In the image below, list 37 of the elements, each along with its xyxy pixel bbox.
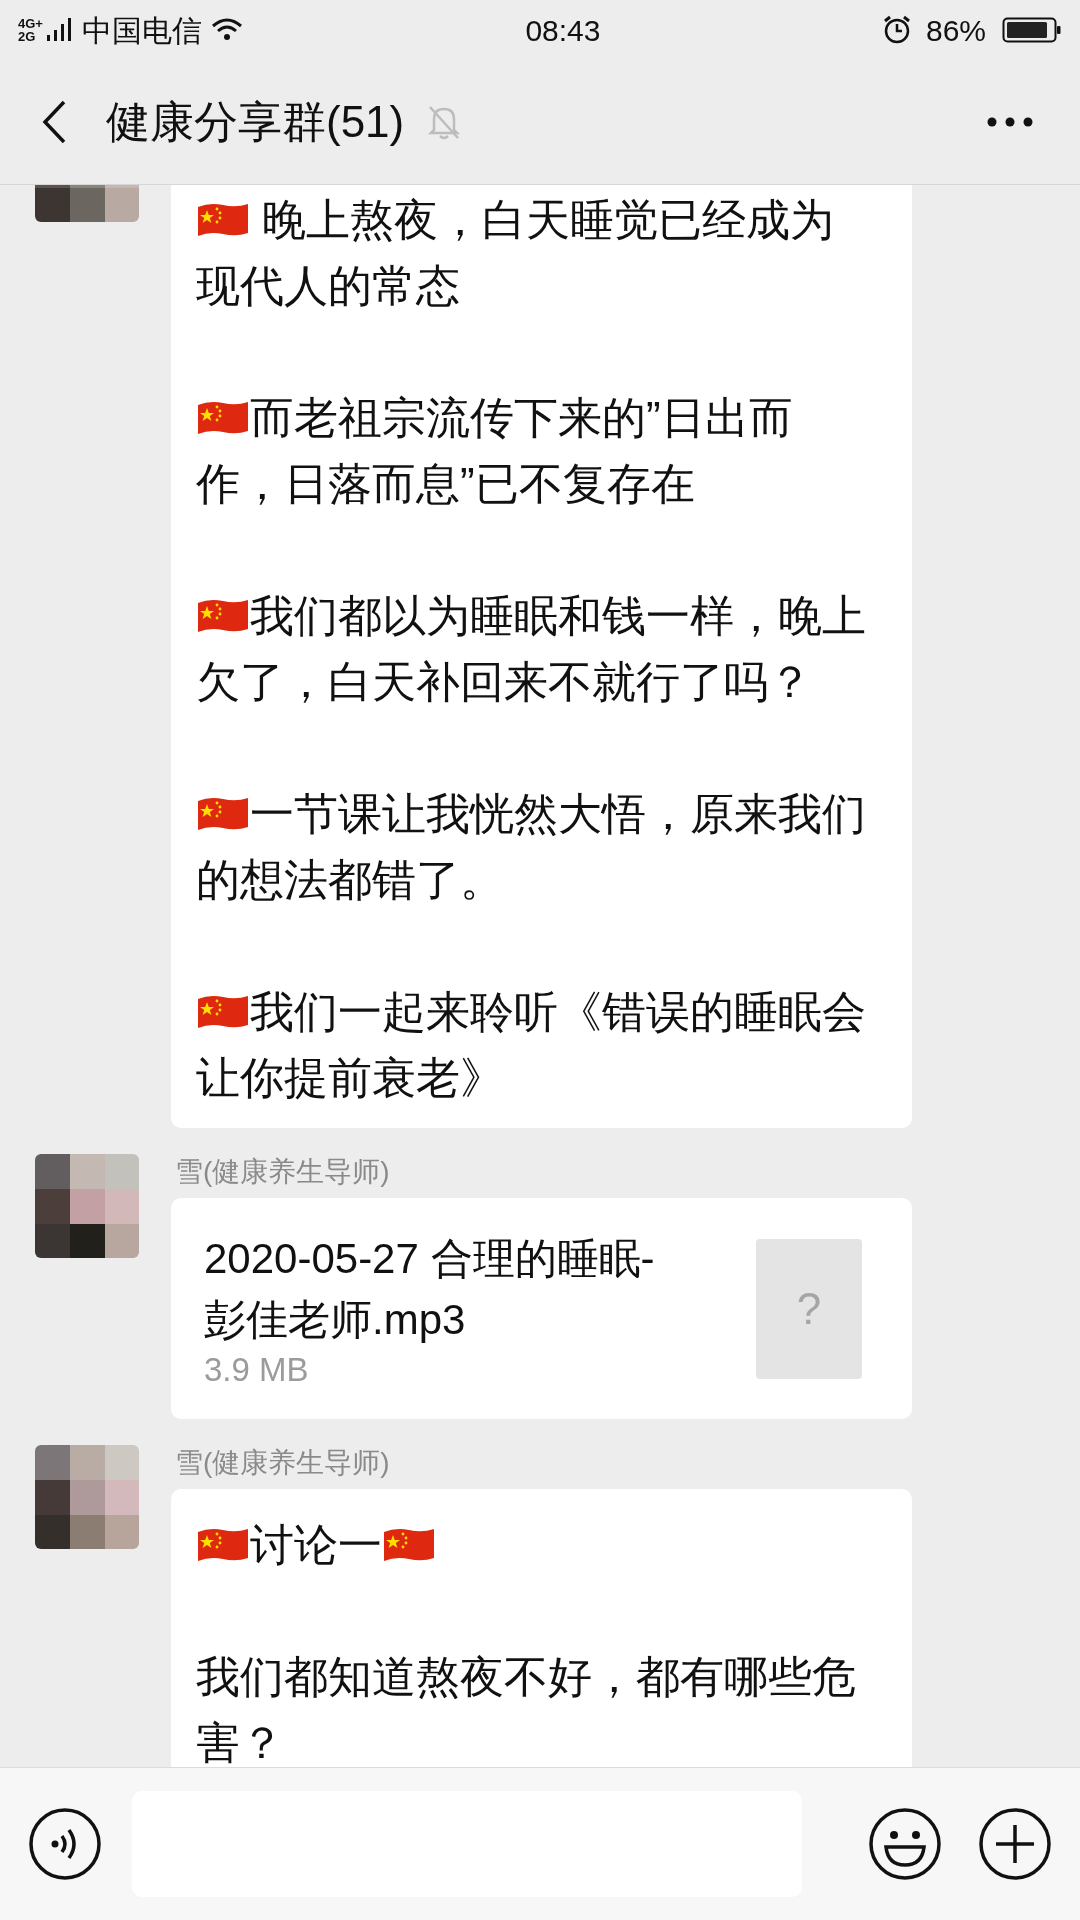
sender-name: 雪(健康养生导师) bbox=[175, 1155, 391, 1189]
avatar[interactable] bbox=[35, 1445, 139, 1549]
message-text: 我们都以为睡眠和钱一样，晚上欠了，白天补回来不就行了吗？ bbox=[196, 590, 867, 708]
battery-icon bbox=[1002, 17, 1062, 43]
file-name: 2020-05-27 合理的睡眠-彭佳老师.mp3 bbox=[204, 1233, 656, 1345]
sender-name: 雪(健康养生导师) bbox=[175, 1446, 391, 1480]
message-text: 我们都知道熬夜不好，都有哪些危害？ bbox=[196, 1651, 857, 1767]
more-icon[interactable] bbox=[986, 116, 1034, 128]
carrier-name: 中国电信 bbox=[81, 12, 202, 49]
signal-icon bbox=[45, 17, 74, 43]
avatar[interactable] bbox=[35, 1154, 139, 1258]
message-text: 讨论一 bbox=[196, 1512, 872, 1578]
status-time: 08:43 bbox=[525, 12, 601, 49]
battery-percent: 86% bbox=[925, 12, 986, 49]
flag-icon bbox=[196, 399, 250, 437]
file-icon: ? bbox=[756, 1238, 862, 1379]
message-text: 而老祖宗流传下来的”日出而作，日落而息”已不复存在 bbox=[196, 392, 794, 510]
back-icon[interactable] bbox=[40, 99, 68, 145]
flag-icon bbox=[382, 1526, 436, 1564]
message-text: 晚上熬夜，白天睡觉已经成为现代人的常态 bbox=[196, 194, 836, 312]
network-label: 4G+ bbox=[18, 17, 43, 30]
file-bubble[interactable]: 2020-05-27 合理的睡眠-彭佳老师.mp3 3.9 MB ? bbox=[171, 1198, 912, 1419]
flag-icon bbox=[196, 201, 250, 239]
voice-button-icon[interactable] bbox=[28, 1807, 102, 1881]
flag-icon bbox=[196, 1526, 250, 1564]
emoji-icon[interactable] bbox=[868, 1807, 942, 1881]
file-size: 3.9 MB bbox=[204, 1349, 310, 1390]
flag-icon bbox=[196, 993, 250, 1031]
network-label: 2G bbox=[18, 30, 37, 43]
flag-icon bbox=[196, 795, 250, 833]
flag-icon bbox=[196, 597, 250, 635]
message-text: 一节课让我恍然大悟，原来我们的想法都错了。 bbox=[196, 788, 867, 906]
alarm-icon bbox=[881, 15, 912, 45]
message-text: 我们一起来聆听《错误的睡眠会让你提前衰老》 bbox=[196, 986, 867, 1104]
chat-title: 健康分享群(51) bbox=[106, 96, 405, 148]
plus-icon[interactable] bbox=[978, 1807, 1052, 1881]
wifi-icon bbox=[209, 17, 244, 43]
